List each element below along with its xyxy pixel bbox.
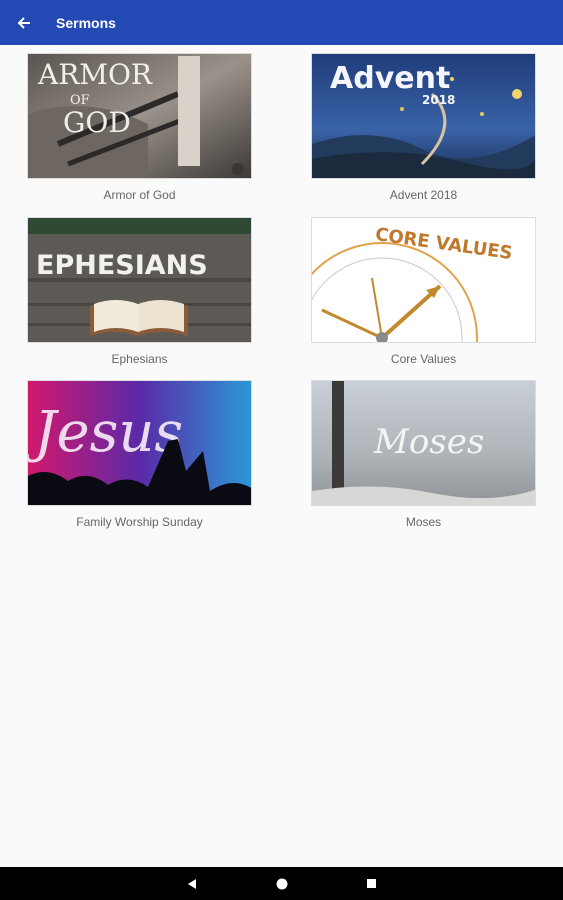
sermon-title: Armor of God	[103, 188, 176, 202]
arrow-left-icon	[17, 16, 30, 29]
sermon-title: Core Values	[390, 352, 457, 366]
sermon-title: Family Worship Sunday	[76, 515, 203, 529]
sermon-title: Advent 2018	[389, 188, 458, 202]
sermon-thumbnail[interactable]: EPHESIANS	[27, 217, 252, 343]
thumb-art-text: GOD	[63, 106, 131, 139]
sermon-thumbnail[interactable]: ARMOR OF GOD	[27, 53, 252, 179]
nav-back-button[interactable]	[147, 867, 237, 900]
thumb-art-text: EPHESIANS	[36, 250, 208, 281]
thumb-art-text: ARMOR	[37, 58, 153, 91]
sermon-card-moses[interactable]: Moses Moses	[311, 380, 536, 529]
sermon-card-family-worship-sunday[interactable]: Jesus Family Worship Sunday	[27, 380, 252, 529]
back-triangle-icon	[187, 878, 196, 889]
page-title: Sermons	[56, 14, 116, 31]
sermon-card-ephesians[interactable]: EPHESIANS Ephesians	[27, 217, 252, 366]
sermon-card-core-values[interactable]: CORE VALUES Core Values	[311, 217, 536, 366]
nav-home-button[interactable]	[237, 867, 327, 900]
nav-recents-button[interactable]	[327, 867, 417, 900]
sermon-thumbnail[interactable]: Moses	[311, 380, 536, 506]
thumb-art-text: Advent	[330, 61, 450, 96]
system-nav-bar	[0, 867, 563, 900]
recents-square-icon	[367, 879, 376, 888]
home-circle-icon	[276, 878, 287, 889]
thumb-art-text: Jesus	[28, 400, 183, 465]
sermon-thumbnail[interactable]: Advent 2018	[311, 53, 536, 179]
thumb-art-text: Moses	[373, 422, 484, 462]
sermon-card-advent-2018[interactable]: Advent 2018 Advent 2018	[311, 53, 536, 202]
back-button[interactable]	[0, 0, 48, 45]
sermon-title: Ephesians	[111, 352, 168, 366]
thumb-art-text: 2018	[422, 93, 455, 107]
sermon-thumbnail[interactable]: CORE VALUES	[311, 217, 536, 343]
app-bar: Sermons	[0, 0, 563, 45]
sermon-card-armor-of-god[interactable]: ARMOR OF GOD Armor of God	[27, 53, 252, 202]
sermon-title: Moses	[405, 515, 442, 529]
sermon-thumbnail[interactable]: Jesus	[27, 380, 252, 506]
